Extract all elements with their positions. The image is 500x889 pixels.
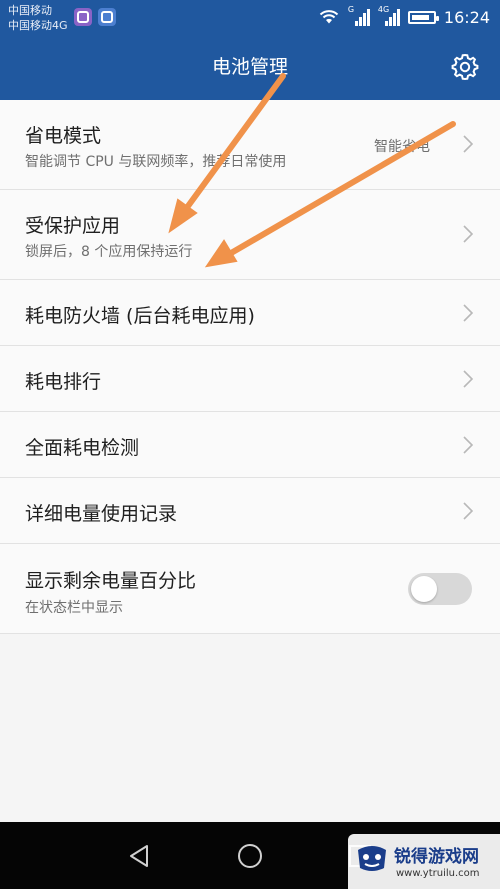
battery-percentage-toggle[interactable] xyxy=(408,573,472,605)
back-icon[interactable] xyxy=(125,841,155,871)
carrier-2-label: 中国移动4G xyxy=(8,19,68,32)
setting-title: 耗电排行 xyxy=(25,371,102,393)
carrier-1-label: 中国移动 xyxy=(8,4,52,17)
setting-title: 省电模式 xyxy=(25,125,102,147)
setting-full-power-check[interactable]: 全面耗电检测 xyxy=(0,412,500,478)
chevron-right-icon xyxy=(463,135,474,153)
watermark-url: www.ytruilu.com xyxy=(396,868,480,879)
signal-1-icon: G xyxy=(347,5,370,26)
page-title: 电池管理 xyxy=(211,56,288,78)
chevron-right-icon xyxy=(463,304,474,322)
wifi-icon xyxy=(319,10,339,24)
signal-1-type: G xyxy=(347,5,355,14)
setting-title: 耗电防火墙 (后台耗电应用) xyxy=(25,305,255,327)
signal-2-icon: 4G xyxy=(377,5,400,26)
setting-power-firewall[interactable]: 耗电防火墙 (后台耗电应用) xyxy=(0,280,500,346)
setting-value: 智能省电 xyxy=(374,139,430,155)
status-icons: G 4G 16:24 xyxy=(318,5,490,29)
chevron-right-icon xyxy=(463,225,474,243)
settings-list: 省电模式 智能调节 CPU 与联网频率，推荐日常使用 智能省电 受保护应用 锁屏… xyxy=(0,100,500,634)
setting-title: 受保护应用 xyxy=(25,215,121,237)
setting-subtitle: 智能调节 CPU 与联网频率，推荐日常使用 xyxy=(25,154,287,170)
setting-power-saving-mode[interactable]: 省电模式 智能调节 CPU 与联网频率，推荐日常使用 智能省电 xyxy=(0,100,500,190)
watermark-name: 锐得游戏网 xyxy=(394,847,479,867)
setting-protected-apps[interactable]: 受保护应用 锁屏后，8 个应用保持运行 xyxy=(0,190,500,280)
signal-2-type: 4G xyxy=(377,5,390,14)
chevron-right-icon xyxy=(463,370,474,388)
setting-title: 显示剩余电量百分比 xyxy=(25,570,197,592)
app-header: 中国移动 中国移动4G G 4G 16:24 电池管理 xyxy=(0,0,500,100)
chevron-right-icon xyxy=(463,502,474,520)
carrier-info: 中国移动 中国移动4G xyxy=(8,3,68,33)
setting-title: 详细电量使用记录 xyxy=(25,503,178,525)
notification-baidu-icon xyxy=(98,8,116,26)
setting-power-ranking[interactable]: 耗电排行 xyxy=(0,346,500,412)
home-icon[interactable] xyxy=(235,841,265,871)
setting-subtitle: 锁屏后，8 个应用保持运行 xyxy=(25,244,193,260)
watermark-logo-icon xyxy=(358,846,386,871)
chevron-right-icon xyxy=(463,436,474,454)
notification-app-icon xyxy=(74,8,92,26)
battery-icon xyxy=(407,10,439,24)
watermark: 锐得游戏网 www.ytruilu.com xyxy=(348,834,500,889)
setting-usage-records[interactable]: 详细电量使用记录 xyxy=(0,478,500,544)
status-time: 16:24 xyxy=(443,7,490,27)
setting-subtitle: 在状态栏中显示 xyxy=(25,600,123,616)
setting-title: 全面耗电检测 xyxy=(25,437,140,459)
setting-show-battery-percentage: 显示剩余电量百分比 在状态栏中显示 xyxy=(0,544,500,634)
status-bar: 中国移动 中国移动4G G 4G 16:24 xyxy=(0,0,500,36)
gear-icon[interactable] xyxy=(450,52,480,82)
